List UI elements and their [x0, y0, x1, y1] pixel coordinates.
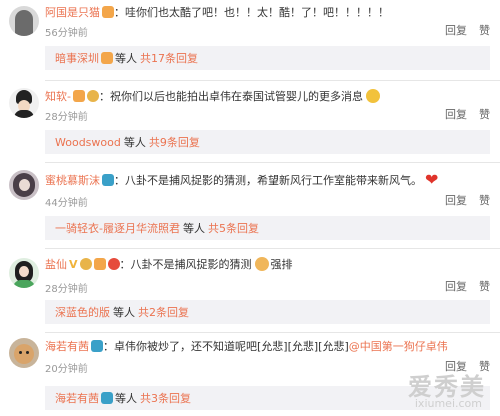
comment-text: ：哇你们也太酷了吧！也！！太！酷！了！吧！！！！！ [114, 6, 389, 19]
comment-extra: 强排 [270, 258, 293, 271]
comment-text: ：八卦不是捕风捉影的猜测 [119, 258, 252, 271]
thread-count[interactable]: 共9条回复 [149, 134, 200, 150]
reply-thread[interactable]: 暗事深圳 等人 共17条回复 [45, 46, 490, 70]
comment-actions: 回复 赞 [445, 278, 490, 294]
like-button[interactable]: 赞 [479, 278, 490, 294]
thread-username[interactable]: 一骑轻衣-履逐月华流照君 [55, 220, 180, 236]
thread-mid: 等人 [113, 306, 135, 319]
thread-mid: 等人 [115, 52, 137, 65]
avatar[interactable] [9, 6, 39, 36]
like-button[interactable]: 赞 [479, 22, 490, 38]
comment-header: 盐仙 V ：八卦不是捕风捉影的猜测 强排 [45, 256, 293, 272]
reply-thread[interactable]: 一骑轻衣-履逐月华流照君 等人 共5条回复 [45, 216, 490, 240]
username[interactable]: 知软- [45, 88, 71, 104]
thread-mid: 等人 [123, 136, 146, 149]
comment-header: 知软- ：祝你们以后也能拍出卓伟在泰国试管婴儿的更多消息 [45, 88, 380, 104]
divider [45, 332, 500, 333]
vip-badge-icon [72, 90, 85, 102]
fan-badge-icon [107, 258, 120, 270]
username[interactable]: 海若有茜 [45, 338, 89, 354]
comment-header: 蜜桃慕斯沫 ：八卦不是捕风捉影的猜测，希望新风行工作室能带来新风气。 ❤ [45, 170, 438, 189]
thread-count[interactable]: 共5条回复 [208, 220, 259, 236]
thread-username[interactable]: 暗事深圳 [55, 50, 99, 66]
comment-text: ：八卦不是捕风捉影的猜测，希望新风行工作室能带来新风气。 [114, 173, 422, 187]
reply-button[interactable]: 回复 [445, 278, 467, 294]
comment-4: 盐仙 V ：八卦不是捕风捉影的猜测 强排 28分钟前 回复 赞 深蓝色的版 等人… [0, 250, 500, 333]
reply-thread[interactable]: Woodswood 等人 共9条回复 [45, 130, 490, 154]
vip-badge-icon [101, 52, 113, 64]
thread-count[interactable]: 共2条回复 [138, 304, 189, 320]
avatar[interactable] [9, 338, 39, 368]
thread-count[interactable]: 共17条回复 [140, 50, 198, 66]
reply-button[interactable]: 回复 [445, 22, 467, 38]
comment-actions: 回复 赞 [445, 106, 490, 122]
timestamp: 28分钟前 [45, 112, 88, 123]
watermark-url: ixiumei.com [414, 397, 482, 410]
reply-thread[interactable]: 深蓝色的版 等人 共2条回复 [45, 300, 490, 324]
like-button[interactable]: 赞 [479, 106, 490, 122]
thread-mid: 等人 [115, 392, 137, 405]
avatar[interactable] [9, 170, 39, 200]
thread-mid: 等人 [182, 222, 205, 235]
reply-button[interactable]: 回复 [445, 192, 467, 208]
comment-1: 阿国是只猫 ：哇你们也太酷了吧！也！！太！酷！了！吧！！！！！ 56分钟前 回复… [0, 0, 500, 82]
vip-badge-icon [102, 6, 114, 18]
divider [45, 162, 500, 163]
cat-emoji-icon [365, 89, 380, 103]
thread-count[interactable]: 共3条回复 [140, 390, 191, 406]
comment-2: 知软- ：祝你们以后也能拍出卓伟在泰国试管婴儿的更多消息 28分钟前 回复 赞 … [0, 82, 500, 164]
comment-text: ：卓伟你被炒了，还不知道呢吧[允悲][允悲][允悲] [103, 340, 349, 353]
camera-badge-icon [102, 173, 114, 186]
username[interactable]: 盐仙 [45, 256, 67, 272]
comment-text: ：祝你们以后也能拍出卓伟在泰国试管婴儿的更多消息 [98, 90, 363, 103]
thread-username[interactable]: 深蓝色的版 [55, 304, 110, 320]
divider [45, 248, 500, 249]
comment-actions: 回复 赞 [445, 22, 490, 38]
avatar[interactable] [9, 258, 39, 288]
thread-username[interactable]: Woodswood [55, 136, 121, 149]
reply-button[interactable]: 回复 [445, 106, 467, 122]
camera-badge-icon [91, 340, 103, 352]
timestamp: 44分钟前 [45, 198, 88, 209]
vip-badge-icon [93, 258, 106, 270]
timestamp: 56分钟前 [45, 28, 88, 39]
username[interactable]: 阿国是只猫 [45, 4, 100, 20]
comment-actions: 回复 赞 [445, 192, 490, 208]
verified-v-icon: V [69, 257, 78, 271]
like-button[interactable]: 赞 [479, 192, 490, 208]
avatar[interactable] [9, 88, 39, 118]
timestamp: 20分钟前 [45, 364, 88, 375]
medal-icon [79, 258, 92, 270]
timestamp: 28分钟前 [45, 284, 88, 295]
comment-header: 海若有茜 ：卓伟你被炒了，还不知道呢吧[允悲][允悲][允悲] @中国第一狗仔卓… [45, 338, 448, 354]
comment-3: 蜜桃慕斯沫 ：八卦不是捕风捉影的猜测，希望新风行工作室能带来新风气。 ❤ 44分… [0, 164, 500, 249]
mention-link[interactable]: @中国第一狗仔卓伟 [349, 338, 448, 354]
thread-username[interactable]: 海若有茜 [55, 390, 99, 406]
comment-header: 阿国是只猫 ：哇你们也太酷了吧！也！！太！酷！了！吧！！！！！ [45, 4, 389, 20]
divider [45, 80, 500, 81]
username[interactable]: 蜜桃慕斯沫 [45, 172, 100, 188]
strong-emoji-icon [254, 257, 269, 271]
medal-icon [86, 90, 99, 102]
camera-badge-icon [101, 392, 113, 404]
heart-emoji-icon: ❤ [425, 170, 439, 189]
